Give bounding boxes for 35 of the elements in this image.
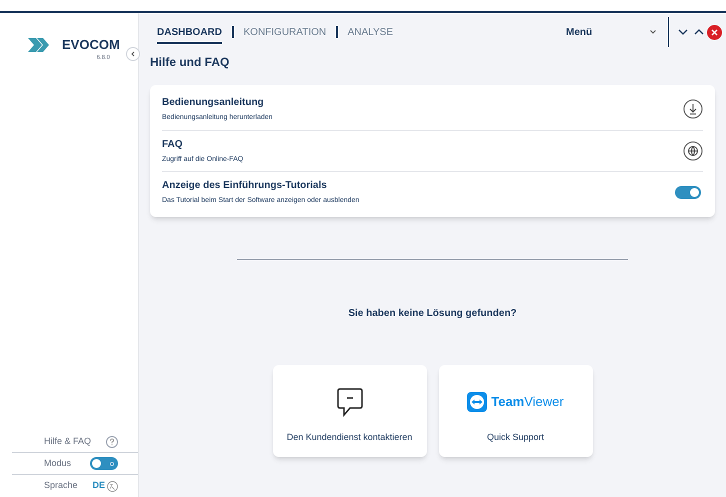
prompt-text: Sie haben keine Lösung gefunden?	[347, 306, 518, 320]
teamviewer-logo-icon	[467, 392, 488, 412]
tab[interactable]: DASHBOARD	[157, 20, 222, 44]
logo-text: TeamViewer	[491, 393, 564, 412]
toggle-switch[interactable]	[675, 186, 701, 199]
sidebar-label: Modus	[44, 456, 72, 470]
language-button[interactable]: DE	[92, 479, 118, 493]
download-icon	[683, 99, 703, 120]
chevron-left-icon	[130, 51, 136, 57]
chevron-down-icon	[678, 29, 688, 35]
translate-icon	[107, 480, 118, 492]
globe-icon	[683, 140, 703, 161]
tab[interactable]: KONFIGURATION	[244, 20, 326, 44]
sun-icon	[108, 460, 116, 468]
mode-toggle[interactable]	[90, 457, 118, 470]
help-button[interactable]	[106, 436, 118, 448]
support-card[interactable]: TeamViewer Quick Support	[438, 364, 592, 456]
setting-title: Anzeige des Einführungs-Tutorials	[162, 179, 328, 193]
link-button[interactable]	[683, 140, 703, 161]
page-title: Hilfe und FAQ	[150, 54, 230, 71]
chevron-up-icon	[694, 29, 704, 35]
setting-title: Bedienungsanleitung	[162, 96, 265, 110]
tab[interactable]: ANALYSE	[348, 20, 393, 44]
download-button[interactable]	[683, 99, 703, 120]
chevron-down-icon	[650, 30, 656, 34]
sidebar-label: Sprache	[44, 479, 79, 492]
close-icon	[711, 28, 718, 36]
menu-dropdown[interactable]: Menü	[566, 24, 656, 40]
sidebar-label: Hilfe & FAQ	[44, 434, 92, 448]
support-card[interactable]: Den Kundendienst kontaktieren	[272, 364, 426, 456]
setting-title: FAQ	[162, 138, 184, 152]
collapse-button[interactable]	[126, 47, 140, 61]
logo-text: EVOCOM	[62, 36, 120, 54]
close-button[interactable]	[707, 24, 722, 40]
chat-icon	[336, 387, 362, 417]
